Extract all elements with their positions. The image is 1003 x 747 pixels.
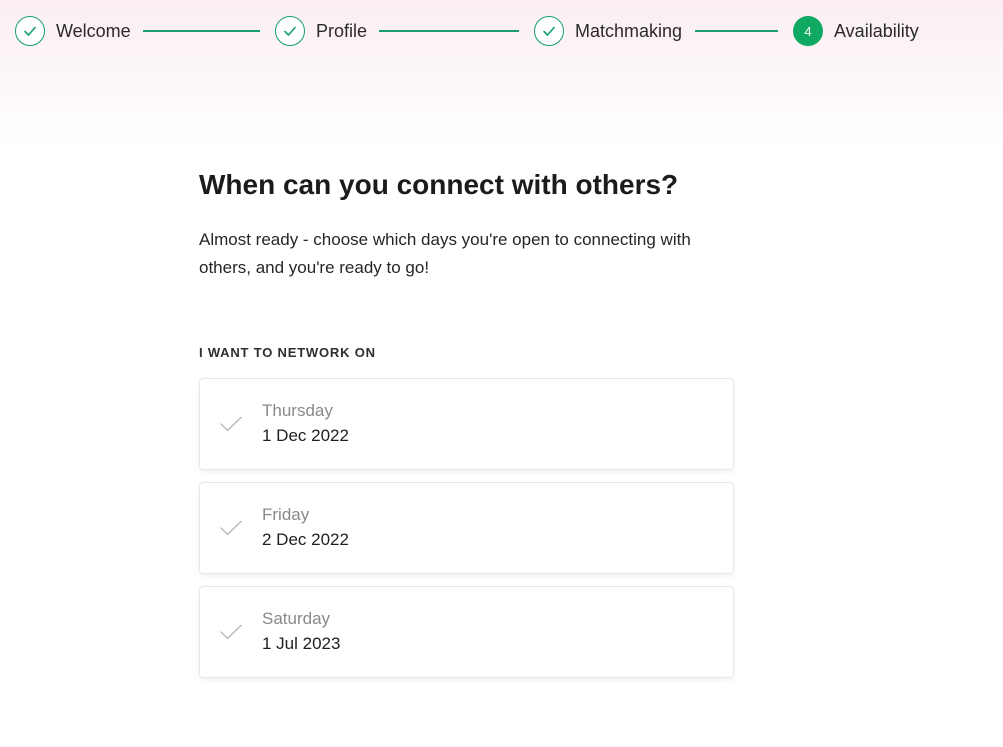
step-matchmaking[interactable]: Matchmaking <box>534 15 682 47</box>
step-label: Profile <box>316 20 368 41</box>
progress-stepper: Welcome Profile Matchmaking 4 Availabili… <box>0 0 1003 62</box>
step-label: Availability <box>834 20 919 41</box>
day-text: Thursday 1 Dec 2022 <box>262 400 349 448</box>
check-icon <box>275 16 305 46</box>
day-text: Saturday 1 Jul 2023 <box>262 608 340 656</box>
day-name: Friday <box>262 505 310 524</box>
day-list: Thursday 1 Dec 2022 Friday 2 Dec 2022 Sa… <box>199 378 734 678</box>
step-availability[interactable]: 4 Availability <box>793 15 919 47</box>
day-date: 1 Jul 2023 <box>262 634 341 653</box>
day-date: 1 Dec 2022 <box>262 426 349 445</box>
step-connector <box>379 30 519 32</box>
page-title: When can you connect with others? <box>199 169 679 200</box>
step-connector <box>695 30 778 32</box>
section-label: I WANT TO NETWORK ON <box>199 345 376 360</box>
check-icon <box>218 411 244 437</box>
step-welcome[interactable]: Welcome <box>15 15 131 47</box>
check-icon <box>534 16 564 46</box>
day-option-saturday[interactable]: Saturday 1 Jul 2023 <box>199 586 734 678</box>
availability-form: When can you connect with others? Almost… <box>199 168 734 690</box>
check-icon <box>218 515 244 541</box>
day-name: Thursday <box>262 401 333 420</box>
step-profile[interactable]: Profile <box>275 15 367 47</box>
day-name: Saturday <box>262 609 331 628</box>
step-label: Matchmaking <box>575 20 683 41</box>
check-icon <box>15 16 45 46</box>
step-label: Welcome <box>56 20 131 41</box>
step-number-badge: 4 <box>793 16 823 46</box>
day-date: 2 Dec 2022 <box>262 530 349 549</box>
day-text: Friday 2 Dec 2022 <box>262 504 349 552</box>
check-icon <box>218 619 244 645</box>
intro-text: Almost ready - choose which days you're … <box>199 230 691 277</box>
step-connector <box>143 30 260 32</box>
day-option-friday[interactable]: Friday 2 Dec 2022 <box>199 482 734 574</box>
day-option-thursday[interactable]: Thursday 1 Dec 2022 <box>199 378 734 470</box>
